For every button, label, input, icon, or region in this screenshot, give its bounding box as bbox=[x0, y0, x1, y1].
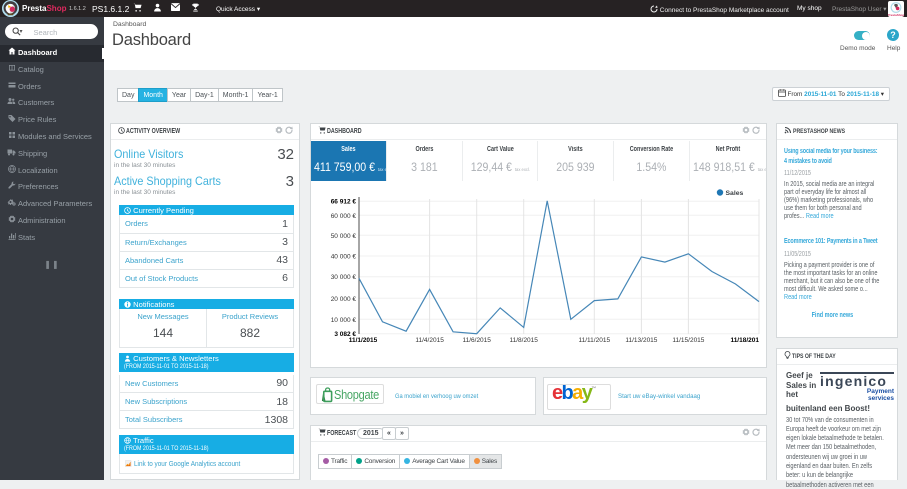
svg-text:10 000 €: 10 000 € bbox=[331, 317, 357, 324]
svg-text:50 000 €: 50 000 € bbox=[331, 233, 357, 240]
svg-text:11/1/2015: 11/1/2015 bbox=[349, 337, 378, 344]
svg-text:Sales: Sales bbox=[726, 190, 744, 197]
svg-text:20 000 €: 20 000 € bbox=[331, 296, 357, 303]
svg-text:11/4/2015: 11/4/2015 bbox=[415, 337, 444, 344]
svg-text:11/8/2015: 11/8/2015 bbox=[509, 337, 538, 344]
svg-text:40 000 €: 40 000 € bbox=[331, 254, 357, 261]
svg-text:PrestaShop: PrestaShop bbox=[888, 13, 904, 17]
svg-text:11/13/2015: 11/13/2015 bbox=[625, 337, 657, 344]
svg-text:30 000 €: 30 000 € bbox=[331, 274, 357, 281]
svg-text:11/11/2015: 11/11/2015 bbox=[579, 337, 611, 344]
svg-text:11/18/201: 11/18/201 bbox=[730, 337, 759, 344]
svg-text:66 912 €: 66 912 € bbox=[331, 199, 357, 206]
svg-text:11/15/2015: 11/15/2015 bbox=[672, 337, 704, 344]
svg-text:60 000 €: 60 000 € bbox=[331, 213, 357, 220]
svg-text:11/6/2015: 11/6/2015 bbox=[462, 337, 491, 344]
